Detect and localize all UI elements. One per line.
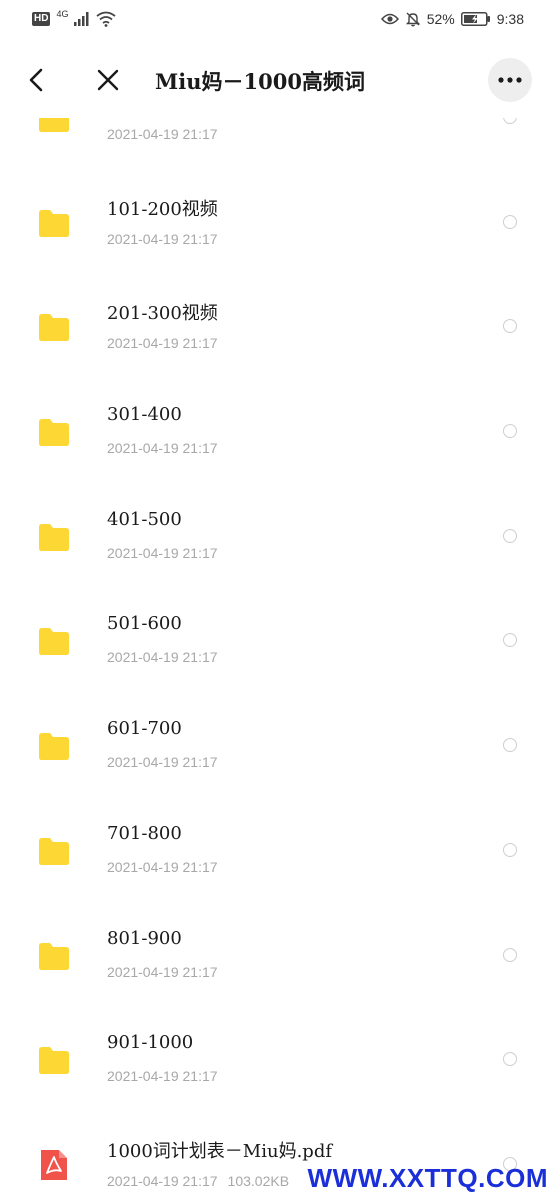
network-type: 4G xyxy=(56,9,69,19)
folder-icon xyxy=(37,521,71,553)
file-date: 2021-04-19 21:17 xyxy=(107,754,218,771)
folder-icon xyxy=(37,416,71,448)
close-button[interactable] xyxy=(90,62,126,98)
status-left: HD 4G xyxy=(32,9,117,27)
file-date: 2021-04-19 21:17 xyxy=(107,126,218,142)
pdf-icon xyxy=(37,1149,71,1181)
file-row-8[interactable]: 801-900 2021-04-19 21:17 xyxy=(0,904,554,1009)
file-name: 801-900 xyxy=(107,927,182,949)
select-radio[interactable] xyxy=(503,842,517,857)
file-meta: 2021-04-19 21:17 xyxy=(107,231,218,247)
file-meta: 2021-04-19 21:17 xyxy=(107,859,218,875)
bell-muted-icon xyxy=(405,12,420,27)
file-date: 2021-04-19 21:17 xyxy=(107,963,218,980)
select-radio[interactable] xyxy=(503,319,517,334)
select-radio[interactable] xyxy=(503,738,517,753)
file-size: 103.02KB xyxy=(227,1172,290,1189)
more-options-button[interactable] xyxy=(488,58,532,102)
file-meta: 2021-04-19 21:17 xyxy=(107,335,218,351)
file-meta: 2021-04-19 21:17 xyxy=(107,964,218,980)
file-row-3[interactable]: 301-400 2021-04-19 21:17 xyxy=(0,380,554,485)
more-horizontal-icon xyxy=(498,77,522,83)
select-radio[interactable] xyxy=(503,947,517,962)
file-name: 101-200视频 xyxy=(107,198,218,220)
file-date: 2021-04-19 21:17 xyxy=(107,335,218,352)
folder-icon xyxy=(37,625,71,657)
folder-icon xyxy=(37,730,71,762)
folder-icon xyxy=(37,118,71,134)
file-date: 2021-04-19 21:17 xyxy=(107,649,218,666)
page-title: Miu妈－1000高频词 xyxy=(155,69,365,94)
select-radio[interactable] xyxy=(503,1052,517,1067)
select-radio[interactable] xyxy=(503,424,517,439)
battery-charging-icon xyxy=(460,12,490,26)
file-name: 401-500 xyxy=(107,508,182,530)
file-date: 2021-04-19 21:17 xyxy=(107,440,218,457)
file-meta: 2021-04-19 21:17 103.02KB xyxy=(107,1173,289,1189)
file-meta: 2021-04-19 21:17 xyxy=(107,545,218,561)
file-date: 2021-04-19 21:17 xyxy=(107,230,218,247)
select-radio[interactable] xyxy=(503,118,517,124)
file-list-inner: 2021-04-19 21:17 101-200视频 2021-04-19 21… xyxy=(0,118,554,1200)
folder-icon xyxy=(37,940,71,972)
file-date: 2021-04-19 21:17 xyxy=(107,1068,218,1085)
file-meta: 2021-04-19 21:17 xyxy=(107,126,218,142)
file-date: 2021-04-19 21:17 xyxy=(107,858,218,875)
file-meta: 2021-04-19 21:17 xyxy=(107,754,218,770)
file-row-0[interactable]: 2021-04-19 21:17 xyxy=(0,118,554,171)
file-row-4[interactable]: 401-500 2021-04-19 21:17 xyxy=(0,485,554,590)
status-bar: HD 4G 52% 9:38 xyxy=(0,0,554,38)
file-name: 701-800 xyxy=(107,822,182,844)
file-name: 301-400 xyxy=(107,404,182,426)
file-row-6[interactable]: 601-700 2021-04-19 21:17 xyxy=(0,694,554,799)
file-name: 901-1000 xyxy=(107,1032,194,1054)
folder-icon xyxy=(37,207,71,239)
file-meta: 2021-04-19 21:17 xyxy=(107,649,218,665)
status-right: 52% 9:38 xyxy=(380,11,524,27)
chevron-left-icon xyxy=(29,68,43,92)
file-date: 2021-04-19 21:17 xyxy=(107,544,218,561)
file-row-7[interactable]: 701-800 2021-04-19 21:17 xyxy=(0,799,554,904)
file-meta: 2021-04-19 21:17 xyxy=(107,1068,218,1084)
folder-icon xyxy=(37,835,71,867)
close-icon xyxy=(97,69,119,91)
watermark: WWW.XXTTQ.COM xyxy=(307,1163,548,1193)
file-name: 1000词计划表－Miu妈.pdf xyxy=(107,1140,333,1162)
file-name: 601-700 xyxy=(107,718,182,740)
file-list[interactable]: 2021-04-19 21:17 101-200视频 2021-04-19 21… xyxy=(0,118,554,1200)
file-name: 501-600 xyxy=(107,613,182,635)
file-meta: 2021-04-19 21:17 xyxy=(107,440,218,456)
file-row-1[interactable]: 101-200视频 2021-04-19 21:17 xyxy=(0,171,554,276)
back-button[interactable] xyxy=(18,62,54,98)
hd-badge: HD xyxy=(32,12,51,26)
battery-percent: 52% xyxy=(426,11,455,27)
header: Miu妈－1000高频词 xyxy=(0,48,554,112)
folder-icon xyxy=(37,1044,71,1076)
file-row-2[interactable]: 201-300视频 2021-04-19 21:17 xyxy=(0,275,554,380)
signal-icon xyxy=(74,12,89,26)
clock: 9:38 xyxy=(496,11,524,27)
select-radio[interactable] xyxy=(503,528,517,543)
select-radio[interactable] xyxy=(503,633,517,648)
wifi-icon xyxy=(96,11,117,27)
eye-icon xyxy=(380,13,399,25)
file-name: 201-300视频 xyxy=(107,303,218,325)
file-row-9[interactable]: 901-1000 2021-04-19 21:17 xyxy=(0,1008,554,1113)
folder-icon xyxy=(37,311,71,343)
file-row-5[interactable]: 501-600 2021-04-19 21:17 xyxy=(0,589,554,694)
select-radio[interactable] xyxy=(503,214,517,229)
file-date: 2021-04-19 21:17 xyxy=(107,1172,218,1189)
